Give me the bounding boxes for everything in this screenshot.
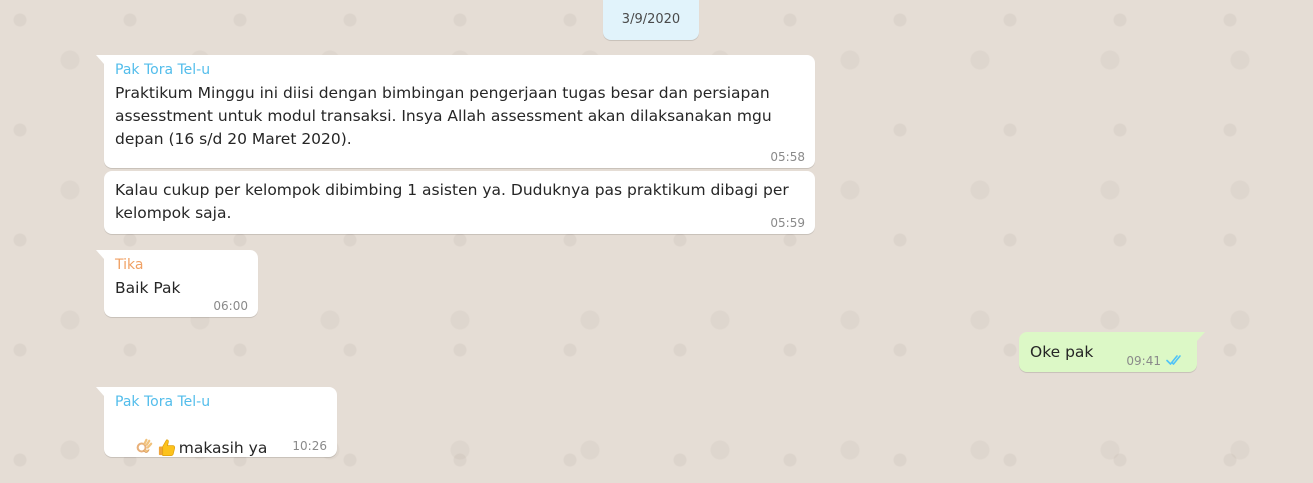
- message-text: Praktikum Minggu ini diisi dengan bimbin…: [115, 84, 772, 148]
- incoming-message-bubble[interactable]: Tika Baik Pak 06:00: [96, 250, 258, 317]
- sender-name[interactable]: Pak Tora Tel-u: [115, 393, 326, 411]
- message-time: 05:59: [770, 216, 805, 230]
- double-check-icon: [1166, 355, 1181, 365]
- message-text: makasih ya: [178, 439, 268, 457]
- thumbs-up-emoji: [158, 439, 175, 456]
- sender-name[interactable]: Tika: [115, 256, 247, 274]
- message-time: 10:26: [292, 439, 327, 453]
- message-text: Kalau cukup per kelompok dibimbing 1 asi…: [115, 181, 789, 222]
- sender-name[interactable]: Pak Tora Tel-u: [115, 61, 804, 79]
- message-text: Oke pak: [1030, 343, 1094, 361]
- outgoing-message-bubble[interactable]: Oke pak 09:41: [1019, 332, 1205, 372]
- date-badge: 3/9/2020: [603, 0, 699, 40]
- ok-hand-emoji: [136, 438, 153, 453]
- message-time: 05:58: [770, 150, 805, 164]
- message-text: Baik Pak: [115, 279, 181, 297]
- message-time: 09:41: [1126, 354, 1161, 368]
- incoming-message-bubble[interactable]: Kalau cukup per kelompok dibimbing 1 asi…: [104, 171, 815, 234]
- message-time: 06:00: [213, 299, 248, 313]
- incoming-message-bubble[interactable]: Pak Tora Tel-u Praktikum Minggu ini diis…: [96, 55, 815, 168]
- incoming-message-bubble[interactable]: Pak Tora Tel-u makasih ya 10:26: [96, 387, 337, 457]
